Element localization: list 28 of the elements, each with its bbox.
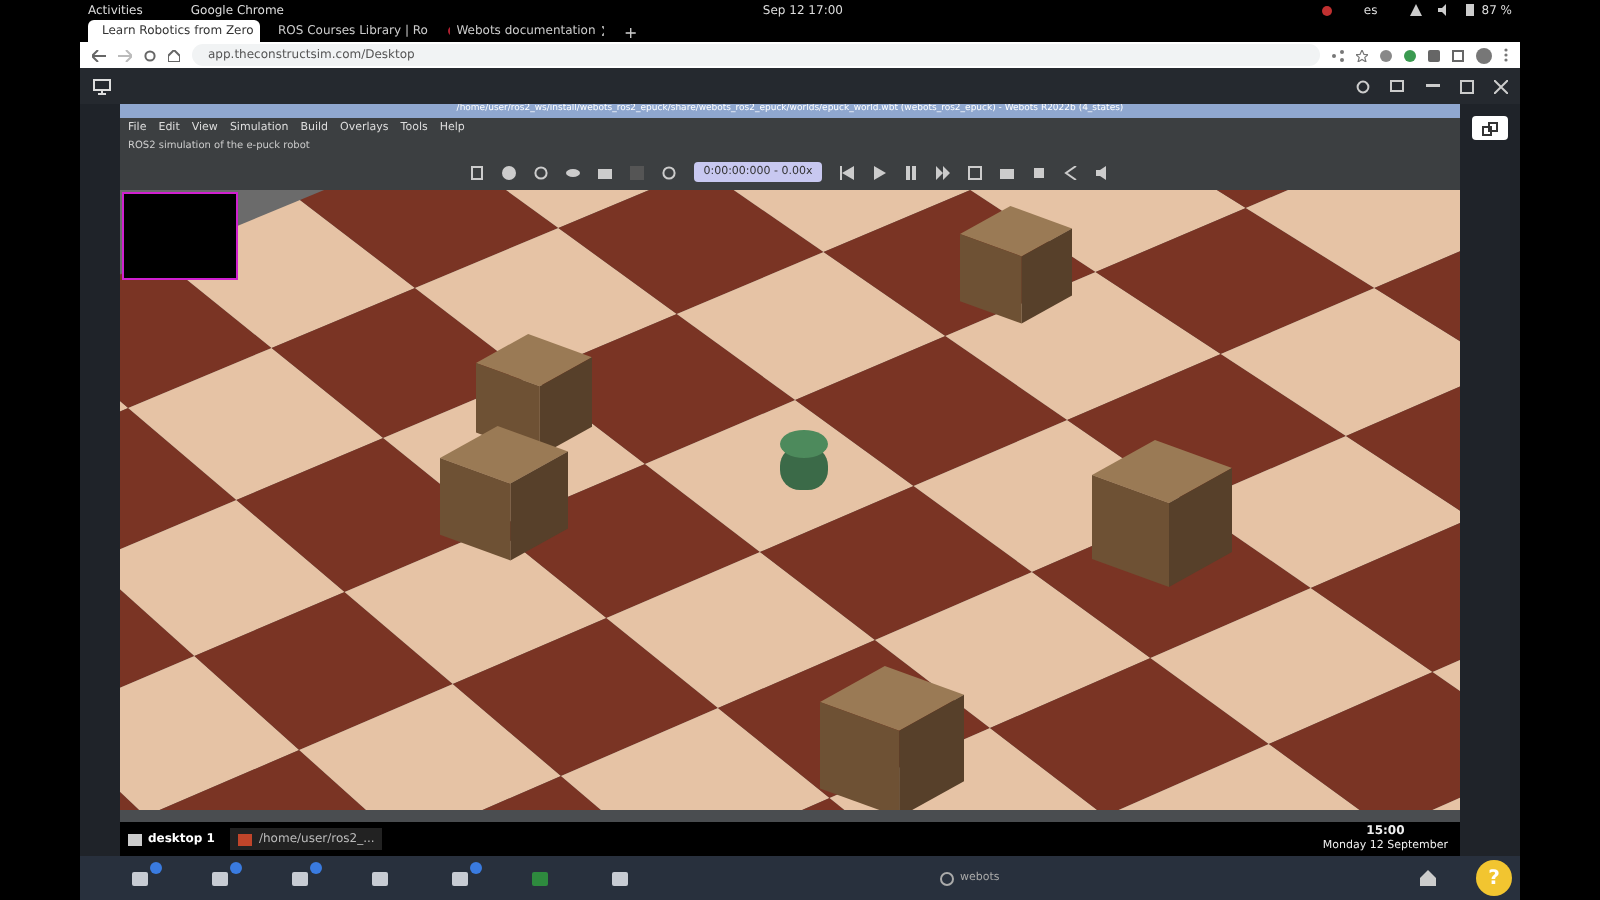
- badge-icon: [230, 861, 242, 873]
- rewind-icon[interactable]: [840, 165, 855, 179]
- window-icon[interactable]: [968, 165, 983, 179]
- battery-icon[interactable]: [1465, 4, 1474, 16]
- badge-icon: [150, 861, 162, 873]
- volume-icon[interactable]: [1437, 4, 1450, 16]
- camera-overlay: [122, 192, 238, 280]
- play-icon[interactable]: [872, 165, 887, 179]
- sidebar-icon[interactable]: [1452, 49, 1464, 62]
- home-icon[interactable]: [1420, 870, 1436, 886]
- badge-icon: [310, 861, 322, 873]
- star-icon[interactable]: [1356, 49, 1368, 62]
- volume-icon[interactable]: [1096, 165, 1111, 179]
- eye-icon[interactable]: [565, 165, 580, 179]
- pause-icon[interactable]: [904, 165, 919, 179]
- window-toggle-button[interactable]: [1472, 116, 1508, 141]
- new-tab-button[interactable]: +: [624, 26, 638, 42]
- badge-icon: [470, 861, 482, 873]
- fast-forward-icon[interactable]: [936, 165, 951, 179]
- window-icon: [1482, 121, 1498, 136]
- stop-icon[interactable]: [1032, 165, 1047, 179]
- profile-avatar-icon[interactable]: [1476, 47, 1492, 64]
- back-icon[interactable]: [92, 49, 106, 62]
- minimize-icon[interactable]: [1426, 84, 1440, 89]
- 3d-scene-drawing[interactable]: [120, 190, 1460, 810]
- notification-icon[interactable]: [1321, 5, 1332, 15]
- maximize-icon[interactable]: [1460, 79, 1474, 94]
- home-icon[interactable]: [168, 49, 180, 62]
